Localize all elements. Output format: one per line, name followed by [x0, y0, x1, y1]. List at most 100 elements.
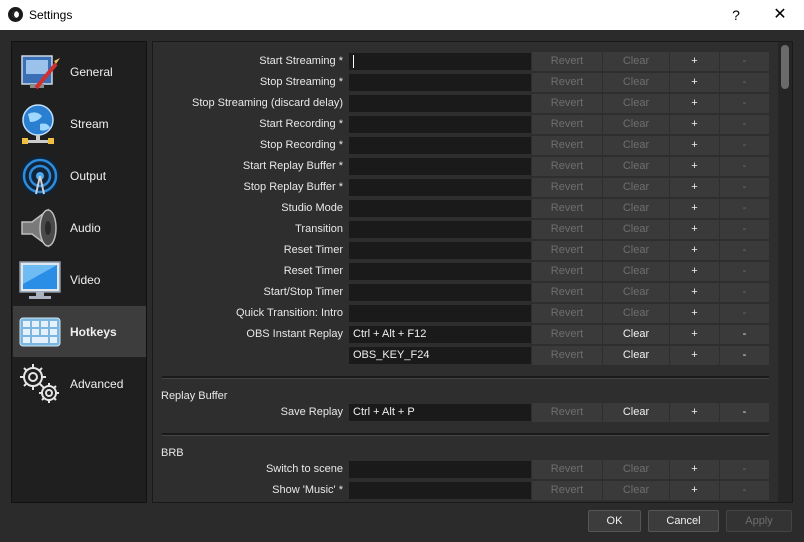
remove-binding-button[interactable]: - — [720, 325, 769, 344]
remove-binding-button[interactable]: - — [720, 199, 769, 218]
clear-button[interactable]: Clear — [603, 94, 669, 113]
hotkey-input[interactable] — [349, 242, 531, 259]
clear-button[interactable]: Clear — [603, 241, 669, 260]
hotkey-input[interactable] — [349, 200, 531, 217]
remove-binding-button[interactable]: - — [720, 178, 769, 197]
remove-binding-button[interactable]: - — [720, 403, 769, 422]
add-binding-button[interactable]: + — [670, 115, 719, 134]
add-binding-button[interactable]: + — [670, 304, 719, 323]
revert-button[interactable]: Revert — [532, 346, 602, 365]
revert-button[interactable]: Revert — [532, 304, 602, 323]
revert-button[interactable]: Revert — [532, 178, 602, 197]
add-binding-button[interactable]: + — [670, 481, 719, 500]
revert-button[interactable]: Revert — [532, 73, 602, 92]
clear-button[interactable]: Clear — [603, 199, 669, 218]
add-binding-button[interactable]: + — [670, 403, 719, 422]
hotkey-input[interactable]: Ctrl + Alt + P — [349, 404, 531, 421]
clear-button[interactable]: Clear — [603, 304, 669, 323]
remove-binding-button[interactable]: - — [720, 460, 769, 479]
hotkey-input[interactable] — [349, 179, 531, 196]
clear-button[interactable]: Clear — [603, 157, 669, 176]
clear-button[interactable]: Clear — [603, 481, 669, 500]
hotkey-input[interactable] — [349, 74, 531, 91]
clear-button[interactable]: Clear — [603, 178, 669, 197]
revert-button[interactable]: Revert — [532, 220, 602, 239]
revert-button[interactable]: Revert — [532, 157, 602, 176]
remove-binding-button[interactable]: - — [720, 346, 769, 365]
hotkey-input[interactable] — [349, 263, 531, 280]
revert-button[interactable]: Revert — [532, 460, 602, 479]
remove-binding-button[interactable]: - — [720, 220, 769, 239]
remove-binding-button[interactable]: - — [720, 262, 769, 281]
clear-button[interactable]: Clear — [603, 325, 669, 344]
revert-button[interactable]: Revert — [532, 283, 602, 302]
remove-binding-button[interactable]: - — [720, 283, 769, 302]
clear-button[interactable]: Clear — [603, 220, 669, 239]
add-binding-button[interactable]: + — [670, 460, 719, 479]
remove-binding-button[interactable]: - — [720, 481, 769, 500]
obs-logo-icon — [8, 7, 23, 22]
hotkey-input[interactable] — [349, 221, 531, 238]
hotkey-input[interactable] — [349, 116, 531, 133]
remove-binding-button[interactable]: - — [720, 157, 769, 176]
remove-binding-button[interactable]: - — [720, 241, 769, 260]
cancel-button[interactable]: Cancel — [648, 510, 719, 532]
clear-button[interactable]: Clear — [603, 73, 669, 92]
add-binding-button[interactable]: + — [670, 136, 719, 155]
hotkey-input[interactable] — [349, 461, 531, 478]
hotkey-input[interactable]: OBS_KEY_F24 — [349, 347, 531, 364]
add-binding-button[interactable]: + — [670, 346, 719, 365]
remove-binding-button[interactable]: - — [720, 304, 769, 323]
hotkey-row: Stop Recording * Revert Clear + - — [0, 135, 804, 156]
revert-button[interactable]: Revert — [532, 241, 602, 260]
ok-button[interactable]: OK — [588, 510, 641, 532]
add-binding-button[interactable]: + — [670, 220, 719, 239]
hotkey-input[interactable] — [349, 53, 531, 70]
add-binding-button[interactable]: + — [670, 199, 719, 218]
revert-button[interactable]: Revert — [532, 94, 602, 113]
hotkey-label: Stop Replay Buffer * — [243, 181, 343, 193]
remove-binding-button[interactable]: - — [720, 52, 769, 71]
vertical-scrollbar[interactable] — [778, 42, 792, 502]
hotkey-input[interactable] — [349, 305, 531, 322]
clear-button[interactable]: Clear — [603, 346, 669, 365]
add-binding-button[interactable]: + — [670, 262, 719, 281]
hotkey-input[interactable] — [349, 284, 531, 301]
hotkey-input[interactable] — [349, 137, 531, 154]
revert-button[interactable]: Revert — [532, 199, 602, 218]
apply-button[interactable]: Apply — [726, 510, 792, 532]
remove-binding-button[interactable]: - — [720, 136, 769, 155]
hotkey-input[interactable] — [349, 95, 531, 112]
add-binding-button[interactable]: + — [670, 73, 719, 92]
help-button[interactable]: ? — [724, 4, 748, 26]
revert-button[interactable]: Revert — [532, 403, 602, 422]
add-binding-button[interactable]: + — [670, 241, 719, 260]
revert-button[interactable]: Revert — [532, 481, 602, 500]
add-binding-button[interactable]: + — [670, 325, 719, 344]
clear-button[interactable]: Clear — [603, 403, 669, 422]
hotkey-input[interactable] — [349, 482, 531, 499]
hotkey-input[interactable]: Ctrl + Alt + F12 — [349, 326, 531, 343]
add-binding-button[interactable]: + — [670, 178, 719, 197]
revert-button[interactable]: Revert — [532, 136, 602, 155]
clear-button[interactable]: Clear — [603, 460, 669, 479]
revert-button[interactable]: Revert — [532, 115, 602, 134]
clear-button[interactable]: Clear — [603, 52, 669, 71]
remove-binding-button[interactable]: - — [720, 94, 769, 113]
clear-button[interactable]: Clear — [603, 115, 669, 134]
clear-button[interactable]: Clear — [603, 283, 669, 302]
hotkey-input[interactable] — [349, 158, 531, 175]
add-binding-button[interactable]: + — [670, 94, 719, 113]
add-binding-button[interactable]: + — [670, 157, 719, 176]
revert-button[interactable]: Revert — [532, 262, 602, 281]
clear-button[interactable]: Clear — [603, 136, 669, 155]
remove-binding-button[interactable]: - — [720, 73, 769, 92]
remove-binding-button[interactable]: - — [720, 115, 769, 134]
add-binding-button[interactable]: + — [670, 283, 719, 302]
add-binding-button[interactable]: + — [670, 52, 719, 71]
clear-button[interactable]: Clear — [603, 262, 669, 281]
revert-button[interactable]: Revert — [532, 325, 602, 344]
scrollbar-thumb[interactable] — [781, 45, 789, 89]
revert-button[interactable]: Revert — [532, 52, 602, 71]
close-button[interactable]: ✕ — [768, 4, 792, 26]
